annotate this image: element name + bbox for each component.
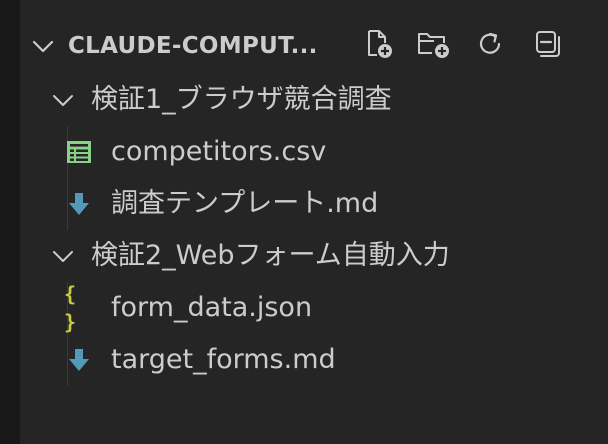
file-name: target_forms.md <box>111 344 336 375</box>
chevron-down-icon[interactable] <box>51 88 75 112</box>
folder-name: 検証2_Webフォーム自動入力 <box>91 240 450 271</box>
file-name: competitors.csv <box>111 136 327 167</box>
tree-folder-row[interactable]: 検証2_Webフォーム自動入力 <box>20 230 608 282</box>
collapse-all-button[interactable] <box>530 28 566 64</box>
tree-file-row[interactable]: 調査テンプレート.md <box>20 178 608 230</box>
new-file-icon <box>360 26 396 66</box>
file-name: form_data.json <box>111 292 313 323</box>
tree-file-row[interactable]: target_forms.md <box>20 334 608 386</box>
chevron-down-icon[interactable] <box>51 244 75 268</box>
refresh-button[interactable] <box>472 28 508 64</box>
file-name: 調査テンプレート.md <box>111 188 379 219</box>
markdown-arrow-icon <box>66 191 92 217</box>
refresh-icon <box>474 28 506 64</box>
chevron-down-icon[interactable] <box>31 34 55 58</box>
csv-table-icon <box>66 139 92 165</box>
new-folder-icon <box>414 26 452 66</box>
new-folder-button[interactable] <box>415 28 451 64</box>
new-file-button[interactable] <box>360 28 396 64</box>
json-braces-icon: { } <box>64 282 78 334</box>
tree-file-row[interactable]: { } form_data.json <box>20 282 608 334</box>
markdown-arrow-icon <box>66 347 92 373</box>
workspace-title: CLAUDE-COMPUT... <box>68 33 318 59</box>
tree-folder-row[interactable]: 検証1_ブラウザ競合調査 <box>20 74 608 126</box>
collapse-all-icon <box>531 27 565 65</box>
explorer-panel: CLAUDE-COMPUT... 検証1_ブラウザ競合調査 competitor… <box>20 0 608 444</box>
tree-file-row[interactable]: competitors.csv <box>20 126 608 178</box>
folder-name: 検証1_ブラウザ競合調査 <box>91 84 392 115</box>
